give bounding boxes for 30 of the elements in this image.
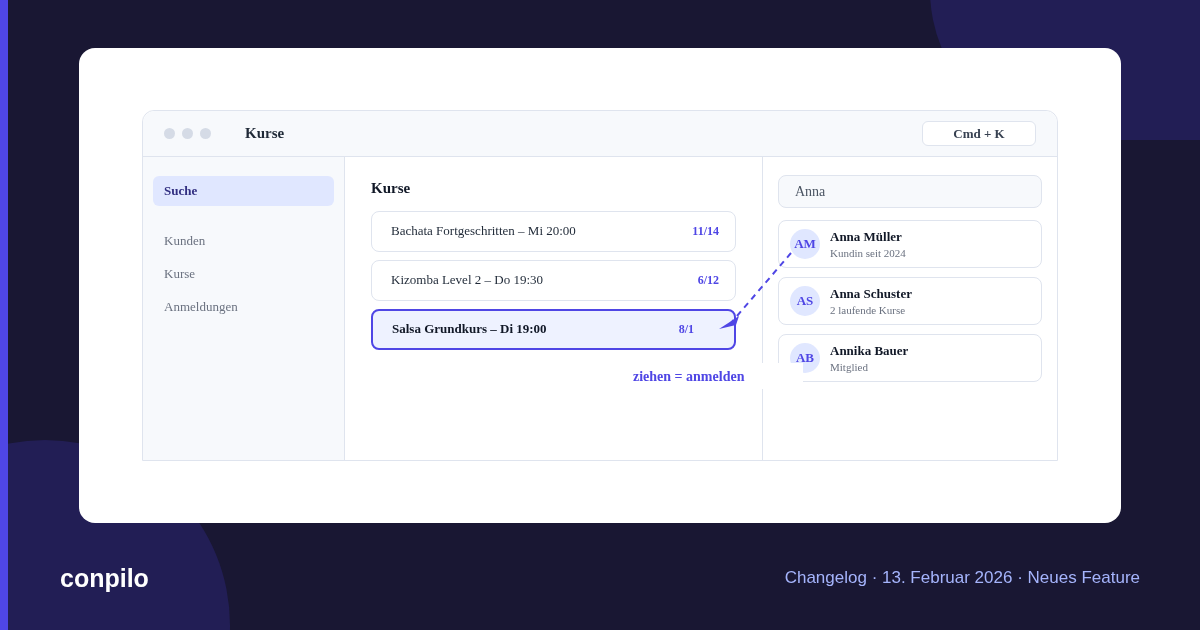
result-card[interactable]: AS Anna Schuster 2 laufende Kurse xyxy=(778,277,1042,325)
sidebar-item[interactable]: Suche xyxy=(153,176,334,206)
course-name: Kizomba Level 2 – Do 19:30 xyxy=(391,271,543,290)
person-detail: Kundin seit 2024 xyxy=(830,245,906,261)
person-name: Anna Schuster xyxy=(830,284,912,302)
result-card[interactable]: AB Annika Bauer Mitglied xyxy=(778,334,1042,382)
course-row[interactable]: Salsa Grundkurs – Di 19:00 8/1 xyxy=(371,308,736,350)
person-name: Annika Bauer xyxy=(830,341,909,359)
brand-logo: conpilo xyxy=(60,563,149,594)
course-count: 8/1 xyxy=(678,321,694,338)
avatar: AS xyxy=(790,286,820,316)
sidebar-item[interactable]: Anmeldungen xyxy=(153,294,334,319)
sidebar-item[interactable]: Kurse xyxy=(153,261,334,286)
person-detail: 2 laufende Kurse xyxy=(830,302,907,318)
person-name: Anna Müller xyxy=(830,227,903,245)
course-count: 6/12 xyxy=(697,272,719,289)
footer-caption: Changelog · 13. Februar 2026 · Neues Feature xyxy=(784,567,1140,589)
window-title: Kurse xyxy=(245,124,285,144)
search-field[interactable]: Anna xyxy=(778,175,1042,208)
course-name: Bachata Fortgeschritten – Mi 20:00 xyxy=(391,222,576,241)
course-count: 11/14 xyxy=(692,223,719,240)
course-row[interactable]: Bachata Fortgeschritten – Mi 20:00 11/14 xyxy=(371,210,736,252)
sidebar-item[interactable]: Kunden xyxy=(153,228,334,253)
course-name: Salsa Grundkurs – Di 19:00 xyxy=(392,320,547,339)
shortcut-button[interactable]: Cmd + K xyxy=(922,121,1036,146)
section-heading: Kurse xyxy=(371,179,412,198)
avatar: AM xyxy=(790,229,820,259)
person-detail: Mitglied xyxy=(830,359,869,375)
course-row[interactable]: Kizomba Level 2 – Do 19:30 6/12 xyxy=(371,259,736,301)
result-card[interactable]: AM Anna Müller Kundin seit 2024 xyxy=(778,220,1042,268)
